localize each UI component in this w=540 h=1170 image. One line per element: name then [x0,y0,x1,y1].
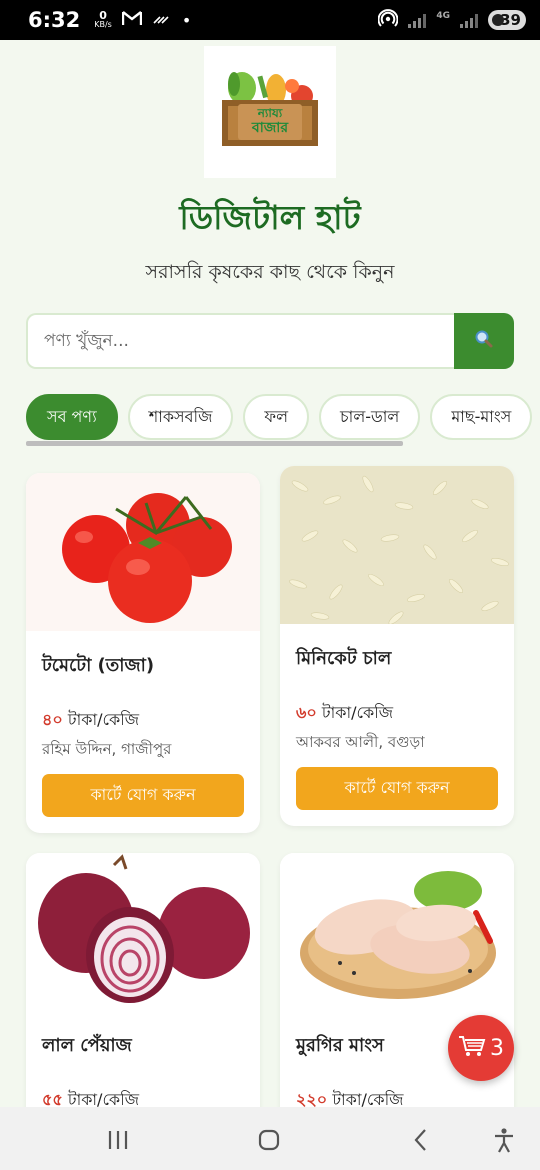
product-card: লাল পেঁয়াজ ৫৫ টাকা/কেজি [26,853,260,1123]
status-time: 6:32 [28,8,81,32]
search-icon [474,329,494,353]
category-fruits[interactable]: ফল [243,394,310,440]
product-name: মিনিকেট চাল [296,648,392,669]
page-title: ডিজিটাল হাট [179,198,361,237]
notification-dot-icon: • [181,10,192,30]
add-to-cart-button[interactable]: কার্টে যোগ করুন [42,774,244,817]
product-card: মিনিকেট চাল ৬০ টাকা/কেজি আকবর আলী, বগুড়… [280,466,514,826]
product-name: লাল পেঁয়াজ [42,1035,132,1056]
cart-button[interactable]: 3 [448,1015,514,1081]
product-seller: রহিম উদ্দিন, গাজীপুর [42,740,172,758]
product-card: মুরগির মাংস ২২০ টাকা/কেজি [280,853,514,1123]
category-all[interactable]: সব পণ্য [26,394,118,440]
recents-button[interactable] [103,1125,133,1155]
battery-indicator: 39 [488,10,526,30]
accessibility-button[interactable] [489,1125,519,1155]
network-type: 4G [436,11,450,21]
category-filter-bar: সব পণ্য শাকসবজি ফল চাল-ডাল মাছ-মাংস [26,394,540,442]
category-fish-meat[interactable]: মাছ-মাংস [430,394,533,440]
product-card: টমেটো (তাজা) ৪০ টাকা/কেজি রহিম উদ্দিন, গ… [26,473,260,833]
accessibility-icon [495,1128,513,1153]
product-price: ৬০ টাকা/কেজি [296,703,394,722]
recents-icon [108,1131,128,1149]
status-bar: 6:32 0 KB/s • 4G 39 [0,0,540,40]
network-speed: 0 KB/s [94,9,112,29]
rice-image [280,466,514,624]
system-nav-bar [0,1107,540,1170]
back-button[interactable] [406,1125,436,1155]
gmail-icon [121,10,143,31]
logo-text-top: ন্যায্য [257,106,283,120]
chicken-image [280,853,514,1011]
search-input[interactable] [26,313,454,369]
product-name: টমেটো (তাজা) [42,655,155,676]
cart-icon [458,1034,486,1062]
home-button[interactable] [254,1125,284,1155]
product-price: ৪০ টাকা/কেজি [42,710,140,729]
search-bar [26,313,514,369]
add-to-cart-button[interactable]: কার্টে যোগ করুন [296,767,498,810]
signal-icon [408,13,427,28]
category-vegetables[interactable]: শাকসবজি [127,394,234,440]
cart-count: 3 [490,1035,504,1061]
hotspot-icon [377,8,399,32]
home-icon [258,1129,280,1151]
product-name: মুরগির মাংস [296,1035,384,1056]
search-button[interactable] [454,313,514,369]
app-logo: ন্যায্য বাজার [204,46,336,178]
tomato-image [26,473,260,631]
back-icon [414,1129,426,1151]
category-rice-lentils[interactable]: চাল-ডাল [319,394,421,440]
no-data-icon [152,10,170,30]
signal-icon-2 [460,13,478,28]
category-scrollbar[interactable] [26,441,403,446]
page-subtitle: সরাসরি কৃষকের কাছ থেকে কিনুন [145,261,395,283]
logo-text-bottom: বাজার [251,120,289,136]
onion-image [26,853,260,1011]
product-seller: আকবর আলী, বগুড়া [296,733,425,751]
